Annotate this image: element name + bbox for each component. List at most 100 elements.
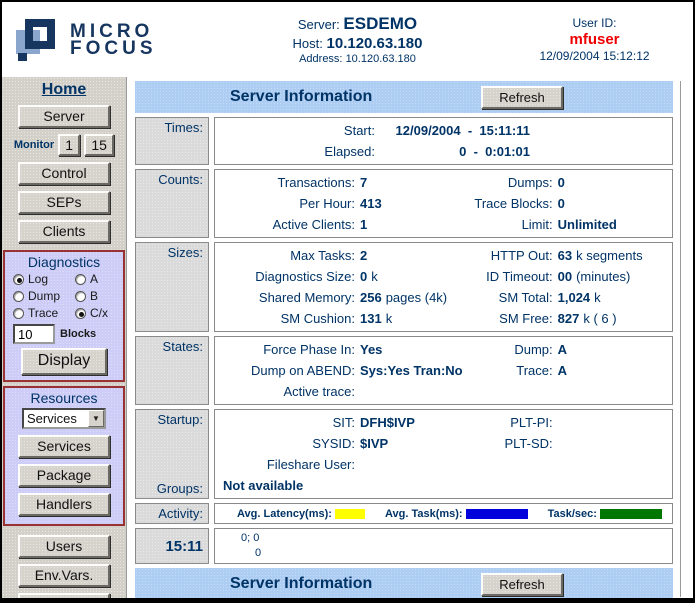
services-button[interactable]: Services bbox=[18, 435, 110, 458]
resources-title: Resources bbox=[5, 390, 123, 406]
dump-radio[interactable] bbox=[13, 291, 24, 302]
cx-radio[interactable] bbox=[75, 308, 86, 319]
diagnostics-size-value: 0 bbox=[360, 269, 367, 284]
id-timeout-value: 00 bbox=[558, 269, 572, 284]
page-title-bottom: Server Information bbox=[230, 575, 372, 593]
http-out-value: 63 bbox=[558, 248, 572, 263]
b-radio[interactable] bbox=[75, 291, 86, 302]
force-phase-in-value: Yes bbox=[360, 342, 382, 357]
trace-blocks-value: 0 bbox=[558, 196, 565, 211]
sm-free-value: 827 bbox=[558, 311, 580, 326]
states-section: States: Force Phase In:Yes Dump on ABEND… bbox=[135, 336, 673, 405]
counts-label: Counts: bbox=[135, 169, 209, 238]
dump-on-abend-value: Sys:Yes Tran:No bbox=[360, 363, 463, 378]
address-value: 10.120.63.180 bbox=[346, 53, 416, 65]
active-clients-value: 1 bbox=[360, 217, 367, 232]
bottom-title-bar: Server Information Refresh bbox=[135, 568, 673, 599]
server-name: ESDEMO bbox=[343, 14, 417, 33]
blocks-label: Blocks bbox=[60, 328, 96, 340]
shared-memory-value: 256 bbox=[360, 290, 382, 305]
page-title: Server Information bbox=[230, 88, 372, 106]
header: MICRO FOCUS Server: ESDEMO Host: 10.120.… bbox=[2, 2, 693, 77]
max-tasks-value: 2 bbox=[360, 248, 367, 263]
states-label: States: bbox=[135, 336, 209, 405]
page: MICRO FOCUS Server: ESDEMO Host: 10.120.… bbox=[0, 0, 695, 603]
groups-label: Groups: bbox=[141, 481, 203, 496]
trace-state-value: A bbox=[558, 363, 567, 378]
transactions-value: 7 bbox=[360, 175, 367, 190]
seps-button[interactable]: SEPs bbox=[18, 191, 110, 214]
micro-focus-logo-icon bbox=[16, 17, 62, 63]
startup-section: Startup: Groups: SIT:DFH$IVP SYSID:$IVP … bbox=[135, 409, 673, 499]
monitor-1-button[interactable]: 1 bbox=[58, 134, 80, 156]
monitor-label: Monitor bbox=[14, 139, 54, 151]
handlers-button[interactable]: Handlers bbox=[18, 493, 110, 516]
users-button[interactable]: Users bbox=[18, 535, 110, 558]
timeline-values-2: 0 bbox=[215, 546, 672, 561]
timeline-time: 15:11 bbox=[135, 528, 209, 564]
micro-focus-logo: MICRO FOCUS bbox=[2, 17, 207, 63]
control-button[interactable]: Control bbox=[18, 162, 110, 185]
times-section: Times: Start:12/09/2004 - 15:11:11 Elaps… bbox=[135, 117, 673, 165]
sizes-label: Sizes: bbox=[135, 242, 209, 332]
resources-dropdown[interactable]: Services ▼ bbox=[22, 408, 106, 429]
elapsed-time-value: 0 - 0:01:01 bbox=[380, 141, 530, 162]
chg-user-button[interactable]: Chg.User bbox=[18, 593, 110, 599]
chevron-down-icon[interactable]: ▼ bbox=[88, 410, 104, 427]
timestamp: 12/09/2004 15:12:12 bbox=[508, 49, 681, 63]
diagnostics-title: Diagnostics bbox=[5, 254, 123, 270]
timeline-row: 15:11 0; 0 0 bbox=[135, 528, 673, 564]
activity-label: Activity: bbox=[135, 503, 209, 524]
sm-total-value: 1,024 bbox=[558, 290, 591, 305]
package-button[interactable]: Package bbox=[18, 464, 110, 487]
resources-dropdown-value: Services bbox=[24, 411, 88, 426]
activity-section: Activity: Avg. Latency(ms): Avg. Task(ms… bbox=[135, 503, 673, 524]
startup-label: Startup: bbox=[141, 412, 203, 427]
host-label: Host: bbox=[293, 36, 323, 51]
latency-color-swatch bbox=[335, 509, 365, 519]
display-button[interactable]: Display bbox=[21, 348, 107, 375]
task-sec-color-swatch bbox=[600, 509, 662, 519]
user-id-value: mfuser bbox=[508, 31, 681, 48]
resources-panel: Resources Services ▼ Services Package Ha… bbox=[3, 386, 125, 526]
right-border-line bbox=[680, 81, 681, 597]
sidebar: Home Server Monitor 1 15 Control SEPs Cl… bbox=[2, 77, 127, 599]
sysid-value: $IVP bbox=[360, 436, 388, 451]
trace-radio[interactable] bbox=[13, 308, 24, 319]
clients-button[interactable]: Clients bbox=[18, 220, 110, 243]
blocks-input[interactable] bbox=[13, 324, 55, 344]
limit-value: Unlimited bbox=[558, 217, 617, 232]
env-vars-button[interactable]: Env.Vars. bbox=[18, 564, 110, 587]
server-button[interactable]: Server bbox=[18, 105, 110, 128]
sizes-section: Sizes: Max Tasks:2 Diagnostics Size:0k S… bbox=[135, 242, 673, 332]
per-hour-value: 413 bbox=[360, 196, 382, 211]
dumps-value: 0 bbox=[558, 175, 565, 190]
groups-value: Not available bbox=[215, 475, 672, 496]
blocks-row: Blocks bbox=[5, 324, 123, 344]
log-radio[interactable] bbox=[13, 274, 24, 285]
task-ms-color-swatch bbox=[466, 509, 528, 519]
sm-cushion-value: 131 bbox=[360, 311, 382, 326]
monitor-row: Monitor 1 15 bbox=[2, 134, 126, 156]
dump-state-value: A bbox=[558, 342, 567, 357]
host-value: 10.120.63.180 bbox=[327, 35, 423, 52]
user-id-label: User ID: bbox=[508, 16, 681, 30]
logo-text: MICRO FOCUS bbox=[70, 23, 157, 57]
server-label: Server: bbox=[298, 17, 340, 32]
main-panel: Server Information Refresh Times: Start:… bbox=[127, 77, 693, 599]
a-radio[interactable] bbox=[75, 274, 86, 285]
diagnostics-radio-group: Log A Dump B Trace C/x bbox=[5, 272, 123, 320]
top-title-bar: Server Information Refresh bbox=[135, 81, 673, 113]
refresh-button-bottom[interactable]: Refresh bbox=[481, 573, 563, 596]
server-identity: Server: ESDEMO Host: 10.120.63.180 Addre… bbox=[207, 14, 508, 65]
user-buttons: Users Env.Vars. Chg.User bbox=[2, 532, 126, 599]
diagnostics-panel: Diagnostics Log A Dump B Trace C/x Block… bbox=[3, 250, 125, 382]
home-link[interactable]: Home bbox=[2, 81, 126, 99]
timeline-values-1: 0; 0 bbox=[215, 531, 672, 546]
monitor-15-button[interactable]: 15 bbox=[84, 134, 114, 156]
user-info: User ID: mfuser 12/09/2004 15:12:12 bbox=[508, 16, 693, 63]
counts-section: Counts: Transactions:7 Per Hour:413 Acti… bbox=[135, 169, 673, 238]
address-label: Address: bbox=[299, 53, 342, 65]
sit-value: DFH$IVP bbox=[360, 415, 415, 430]
refresh-button-top[interactable]: Refresh bbox=[481, 86, 563, 109]
